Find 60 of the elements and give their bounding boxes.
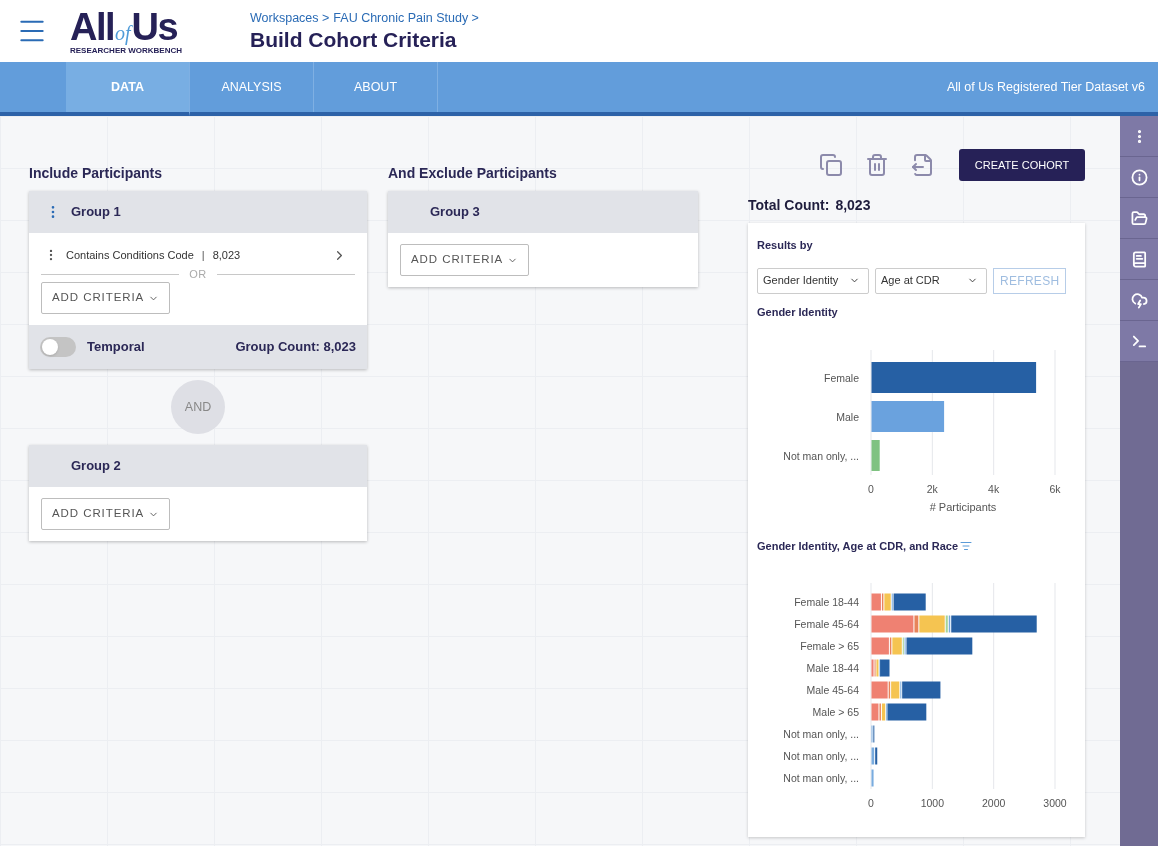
page-title: Build Cohort Criteria (250, 27, 458, 54)
breadcrumb-link[interactable]: Workspaces > (250, 8, 330, 28)
group-title: Group 1 (71, 203, 121, 222)
create-cohort-button[interactable]: CREATE COHORT (959, 149, 1085, 181)
or-separator: OR (189, 266, 207, 282)
axis-tick-label: 0 (868, 796, 874, 809)
category-label: Not man only, ... (783, 449, 859, 462)
category-label: Not man only, ... (783, 727, 859, 740)
breadcrumb-link[interactable]: FAU Chronic Pain Study > (333, 8, 479, 28)
axis-tick-label: 3000 (1043, 796, 1067, 809)
category-label: Female > 65 (800, 639, 859, 652)
chart-title: Gender Identity (757, 304, 839, 320)
group-count: Group Count: 8,023 (235, 338, 356, 357)
info-icon[interactable] (1130, 168, 1148, 186)
bar (871, 440, 880, 471)
section-heading: And Exclude Participants (388, 164, 558, 183)
criteria-label: Contains Conditions Code (66, 247, 194, 263)
category-label: Not man only, ... (783, 749, 859, 762)
dataset-label: All of Us Registered Tier Dataset v6 (947, 78, 1145, 96)
filter-icon[interactable] (960, 540, 973, 553)
folder-icon[interactable] (1130, 209, 1148, 227)
group-title: Group 2 (71, 457, 121, 476)
category-label: Male 45-64 (806, 683, 859, 696)
axis-tick-label: 0 (868, 483, 874, 495)
export-icon[interactable] (911, 153, 935, 177)
category-label: Female 45-64 (794, 617, 859, 630)
axis-title: # Participants (929, 501, 997, 513)
group-title: Group 3 (430, 203, 480, 222)
trash-icon[interactable] (865, 153, 889, 177)
cloud-lightning-icon[interactable] (1130, 291, 1148, 309)
axis-tick-label: 1000 (920, 796, 944, 809)
bar (871, 769, 874, 786)
toggle-label: Temporal (87, 338, 145, 357)
category-label: Male 18-44 (806, 661, 859, 674)
select-dropdown[interactable]: Gender Identity (757, 267, 869, 294)
add-criteria-button[interactable]: ADD CRITERIA (400, 244, 530, 276)
axis-tick-label: 6k (1049, 483, 1061, 495)
axis-tick-label: 4k (988, 483, 1000, 495)
axis-tick-label: 2000 (982, 796, 1006, 809)
toggle-switch[interactable] (40, 337, 76, 357)
criteria-count: 8,023 (212, 247, 241, 263)
category-label: Female 18-44 (794, 595, 859, 608)
total-count-value: 8,023 (835, 195, 871, 215)
copy-icon[interactable] (819, 153, 843, 177)
book-icon[interactable] (1130, 250, 1148, 268)
axis-tick-label: 2k (926, 483, 938, 495)
add-criteria-button[interactable]: ADD CRITERIA (41, 498, 171, 530)
add-criteria-button[interactable]: ADD CRITERIA (41, 282, 171, 314)
category-label: Male > 65 (812, 705, 859, 718)
results-by-label: Results by (757, 238, 814, 253)
and-joiner: AND (171, 380, 225, 434)
logo: AllofUs RESEARCHER WORKBENCH (70, 7, 182, 55)
section-heading: Include Participants (29, 164, 164, 183)
criteria-divider: | (201, 247, 205, 263)
category-label: Female (824, 371, 859, 384)
select-dropdown[interactable]: Age at CDR (875, 267, 987, 294)
category-label: Male (836, 410, 859, 423)
category-label: Not man only, ... (783, 771, 859, 784)
total-count-label: Total Count: (748, 195, 830, 215)
chart-title: Gender Identity, Age at CDR, and Race (757, 539, 959, 554)
